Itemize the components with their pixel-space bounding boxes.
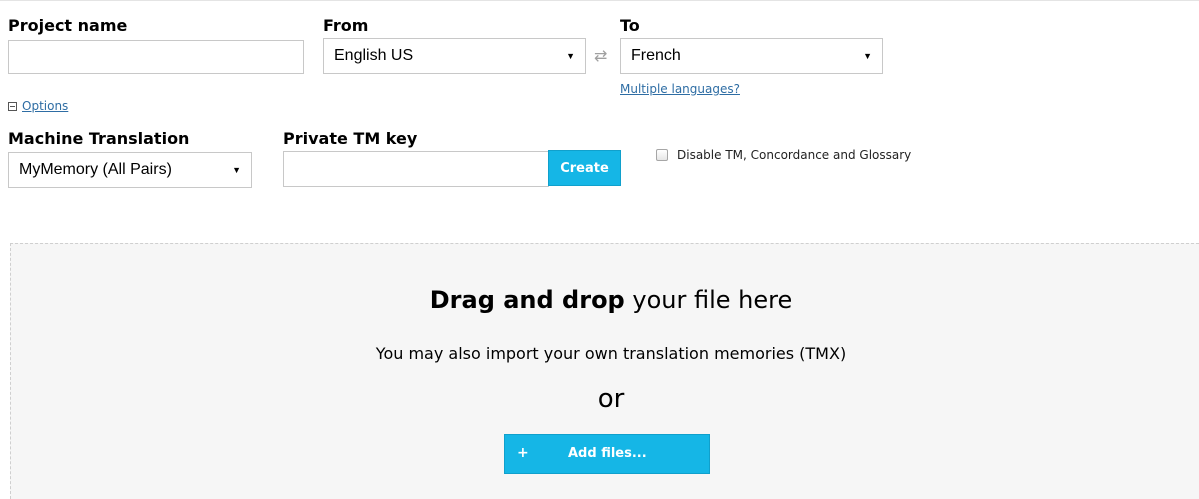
caret-down-icon: ▼ bbox=[863, 51, 872, 61]
disable-tm-checkbox[interactable] bbox=[656, 149, 668, 161]
from-language-select[interactable]: English US ▼ bbox=[323, 38, 586, 74]
machine-translation-selected-value: MyMemory (All Pairs) bbox=[19, 161, 172, 178]
drop-zone-subtitle: You may also import your own translation… bbox=[375, 344, 847, 363]
disable-tm-label: Disable TM, Concordance and Glossary bbox=[677, 148, 912, 162]
caret-down-icon: ▼ bbox=[232, 165, 241, 175]
caret-down-icon: ▼ bbox=[566, 51, 575, 61]
private-tm-key-label: Private TM key bbox=[283, 129, 418, 148]
machine-translation-label: Machine Translation bbox=[8, 129, 190, 148]
options-toggle[interactable]: Options bbox=[8, 98, 68, 114]
plus-icon: + bbox=[517, 445, 529, 461]
multiple-languages-link[interactable]: Multiple languages? bbox=[620, 82, 740, 96]
machine-translation-select[interactable]: MyMemory (All Pairs) ▼ bbox=[8, 152, 252, 188]
from-selected-value: English US bbox=[334, 47, 414, 64]
project-name-label: Project name bbox=[8, 16, 128, 35]
swap-arrows-icon[interactable]: ⇄ bbox=[594, 46, 607, 65]
add-files-button[interactable]: + Add files... bbox=[504, 434, 710, 474]
disable-tm-option[interactable]: Disable TM, Concordance and Glossary bbox=[656, 148, 911, 162]
collapse-box-icon bbox=[8, 101, 17, 111]
file-drop-zone[interactable]: Drag and drop your file here You may als… bbox=[10, 243, 1199, 499]
drop-zone-or: or bbox=[597, 384, 625, 414]
create-tm-key-button[interactable]: Create bbox=[548, 150, 621, 186]
top-divider bbox=[0, 0, 1199, 1]
options-link[interactable]: Options bbox=[22, 99, 68, 113]
project-name-input[interactable] bbox=[8, 40, 304, 74]
drop-zone-title-bold: Drag and drop bbox=[429, 286, 625, 314]
from-label: From bbox=[323, 16, 369, 35]
drop-zone-title: Drag and drop your file here bbox=[11, 286, 1199, 314]
to-label: To bbox=[620, 16, 640, 35]
add-files-label: Add files... bbox=[568, 446, 647, 461]
to-language-select[interactable]: French ▼ bbox=[620, 38, 883, 74]
private-tm-key-input[interactable] bbox=[283, 151, 549, 187]
drop-zone-title-rest: your file here bbox=[624, 286, 793, 314]
to-selected-value: French bbox=[631, 47, 681, 64]
